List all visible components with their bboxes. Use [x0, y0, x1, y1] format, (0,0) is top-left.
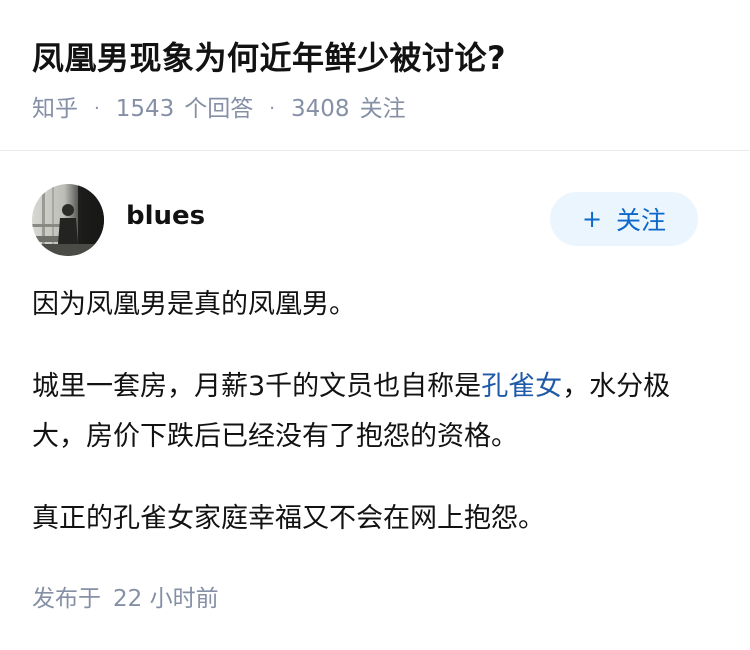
- question-title[interactable]: 凤凰男现象为何近年鲜少被讨论?: [32, 34, 730, 82]
- search-link-kongquenv[interactable]: 孔雀女: [481, 371, 562, 402]
- answer-content: 因为凤凰男是真的凤凰男。 城里一套房，月薪3千的文员也自称是孔雀女，水分极大，房…: [32, 280, 722, 544]
- follower-count: 3408: [291, 96, 350, 122]
- plus-icon: +: [581, 205, 603, 233]
- author-name[interactable]: blues: [126, 201, 205, 231]
- source-label: 知乎: [32, 96, 78, 122]
- answer-paragraph-2: 城里一套房，月薪3千的文员也自称是孔雀女，水分极大，房价下跌后已经没有了抱怨的资…: [32, 362, 722, 462]
- header-divider: [0, 150, 750, 151]
- question-header: 凤凰男现象为何近年鲜少被讨论? 知乎 · 1543 个回答 · 3408 关注: [32, 34, 730, 124]
- answer-count: 1543: [115, 96, 175, 122]
- answer-paragraph-1: 因为凤凰男是真的凤凰男。: [32, 289, 356, 320]
- answer-count-label: 个回答: [184, 96, 254, 122]
- meta-separator: ·: [94, 98, 100, 119]
- publish-time: 22 小时前: [113, 586, 219, 612]
- answer-paragraph-3: 真正的孔雀女家庭幸福又不会在网上抱怨。: [32, 503, 545, 534]
- answer-page: 凤凰男现象为何近年鲜少被讨论? 知乎 · 1543 个回答 · 3408 关注: [0, 0, 750, 650]
- paragraph-text: 城里一套房，月薪3千的文员也自称是: [32, 371, 482, 402]
- question-meta: 知乎 · 1543 个回答 · 3408 关注: [32, 94, 730, 124]
- author-row: blues + 关注: [32, 182, 722, 258]
- avatar-photo-icon[interactable]: [32, 184, 104, 256]
- meta-separator: ·: [269, 98, 276, 119]
- publish-info: 发布于 22 小时前: [32, 584, 219, 614]
- publish-label: 发布于: [32, 586, 101, 612]
- follower-count-label: 关注: [359, 96, 406, 122]
- follow-button[interactable]: + 关注: [550, 192, 698, 246]
- follow-button-label: 关注: [616, 206, 667, 235]
